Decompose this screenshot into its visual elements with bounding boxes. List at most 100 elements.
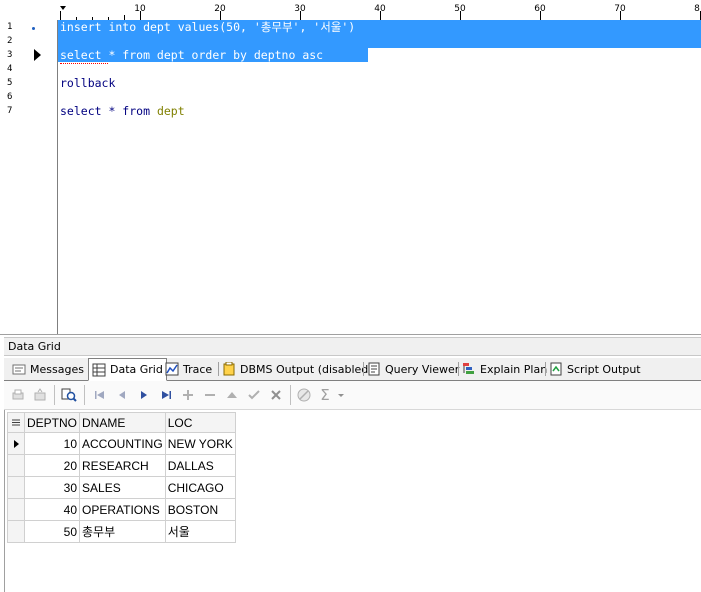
sum-icon[interactable]: Σ xyxy=(318,386,332,404)
last-record-icon[interactable] xyxy=(158,387,174,403)
edit-record-icon[interactable] xyxy=(224,387,240,403)
insert-record-icon[interactable] xyxy=(180,387,196,403)
tab-label: Query Viewer xyxy=(385,362,460,376)
tab-label: Script Output xyxy=(567,362,641,376)
code-line-5[interactable]: rollback xyxy=(60,76,115,90)
bookmark-dot-icon[interactable] xyxy=(32,27,35,30)
table-row[interactable]: 20 RESEARCH DALLAS xyxy=(7,454,236,477)
gutter-divider xyxy=(57,20,58,334)
column-header-deptno[interactable]: DEPTNO xyxy=(23,412,81,433)
cell-loc[interactable]: NEW YORK xyxy=(164,432,236,455)
cell-deptno[interactable]: 50 xyxy=(23,520,81,543)
ruler-label: 30 xyxy=(294,4,306,14)
explain-plan-icon xyxy=(462,362,476,376)
tab-label: Explain Plan xyxy=(480,362,548,376)
ruler-caret-icon xyxy=(60,6,66,10)
find-icon[interactable] xyxy=(61,387,77,403)
row-indicator[interactable] xyxy=(7,520,25,543)
current-statement-arrow-icon xyxy=(34,49,41,61)
column-header-dname[interactable]: DNAME xyxy=(79,412,166,433)
ruler-label: 60 xyxy=(534,4,546,14)
grid-toolbar: Σ xyxy=(4,381,701,410)
tab-label: Trace xyxy=(183,362,213,376)
editor-splitter[interactable] xyxy=(0,334,701,335)
row-indicator[interactable] xyxy=(7,432,25,455)
cell-deptno[interactable]: 20 xyxy=(23,454,81,477)
export-icon[interactable] xyxy=(32,387,48,403)
code-line-7-text: select * from xyxy=(60,104,157,118)
delete-record-icon[interactable] xyxy=(202,387,218,403)
tab-trace[interactable]: Trace xyxy=(165,359,212,379)
query-viewer-icon xyxy=(367,362,381,376)
sql-editor[interactable]: 10 20 30 40 50 60 70 8 1 2 3 4 5 6 7 ins… xyxy=(0,0,701,334)
line-number: 6 xyxy=(7,92,13,102)
line-number: 3 xyxy=(7,50,13,60)
tab-explain-plan[interactable]: Explain Plan xyxy=(462,359,547,379)
table-row[interactable]: 40 OPERATIONS BOSTON xyxy=(7,498,236,521)
column-chooser-icon xyxy=(12,419,20,425)
column-header-loc[interactable]: LOC xyxy=(164,412,236,433)
refresh-icon[interactable] xyxy=(296,387,312,403)
ruler-label: 10 xyxy=(134,4,146,14)
tab-script-output[interactable]: Script Output xyxy=(549,359,641,379)
data-grid-icon xyxy=(92,363,106,377)
line-number: 1 xyxy=(7,22,13,32)
print-icon[interactable] xyxy=(10,387,26,403)
line-number: 2 xyxy=(7,36,13,46)
row-indicator[interactable] xyxy=(7,498,25,521)
row-indicator[interactable] xyxy=(7,476,25,499)
cell-dname[interactable]: RESEARCH xyxy=(79,454,166,477)
panel-title-bar: Data Grid xyxy=(4,337,701,356)
messages-icon xyxy=(12,362,26,376)
code-line-7[interactable]: select * from dept xyxy=(60,104,185,118)
ruler-label: 8 xyxy=(694,4,700,14)
ruler-label: 20 xyxy=(214,4,226,14)
results-grid[interactable]: DEPTNO DNAME LOC 10 ACCOUNTING NEW YORK … xyxy=(4,410,701,592)
cell-dname[interactable]: SALES xyxy=(79,476,166,499)
cell-deptno[interactable]: 10 xyxy=(23,432,81,455)
cell-dname[interactable]: ACCOUNTING xyxy=(79,432,166,455)
table-row[interactable]: 30 SALES CHICAGO xyxy=(7,476,236,499)
line-number: 7 xyxy=(7,106,13,116)
grid-corner[interactable] xyxy=(7,412,25,433)
tab-data-grid[interactable]: Data Grid xyxy=(88,358,167,381)
tab-query-viewer[interactable]: Query Viewer xyxy=(367,359,459,379)
row-indicator[interactable] xyxy=(7,454,25,477)
cell-dname[interactable]: 총무부 xyxy=(79,520,166,543)
current-row-arrow-icon xyxy=(13,439,19,448)
spelling-squiggle xyxy=(60,61,108,64)
cell-loc[interactable]: BOSTON xyxy=(164,498,236,521)
cell-loc[interactable]: DALLAS xyxy=(164,454,236,477)
cell-dname[interactable]: OPERATIONS xyxy=(79,498,166,521)
tab-label: DBMS Output (disabled) xyxy=(240,362,373,376)
line-number: 5 xyxy=(7,78,13,88)
cell-loc[interactable]: 서울 xyxy=(164,520,236,543)
ruler-label: 70 xyxy=(614,4,626,14)
prior-record-icon[interactable] xyxy=(114,387,130,403)
ruler-label: 50 xyxy=(454,4,466,14)
code-line-7-table: dept xyxy=(156,104,185,118)
cell-loc[interactable]: CHICAGO xyxy=(164,476,236,499)
line-number: 4 xyxy=(7,64,13,74)
ruler-label: 40 xyxy=(374,4,386,14)
table-row[interactable]: 10 ACCOUNTING NEW YORK xyxy=(7,432,236,455)
trace-icon xyxy=(165,362,179,376)
tab-label: Messages xyxy=(30,362,84,376)
table-row[interactable]: 50 총무부 서울 xyxy=(7,520,236,543)
code-line-3[interactable]: select * from dept order by deptno asc xyxy=(60,48,323,62)
cell-deptno[interactable]: 40 xyxy=(23,498,81,521)
column-ruler: 10 20 30 40 50 60 70 8 xyxy=(57,4,701,20)
post-edit-icon[interactable] xyxy=(246,387,262,403)
code-line-1[interactable]: insert into dept values(50, '총무부', '서울') xyxy=(60,20,355,34)
panel-title: Data Grid xyxy=(8,340,61,353)
script-output-icon xyxy=(549,362,563,376)
tab-dbms-output[interactable]: DBMS Output (disabled) xyxy=(222,359,373,379)
tab-messages[interactable]: Messages xyxy=(12,359,84,379)
next-record-icon[interactable] xyxy=(136,387,152,403)
cancel-edit-icon[interactable] xyxy=(268,387,284,403)
dbms-output-icon xyxy=(222,361,236,376)
chevron-down-icon[interactable] xyxy=(337,387,345,403)
tab-label: Data Grid xyxy=(110,363,163,376)
first-record-icon[interactable] xyxy=(92,387,108,403)
cell-deptno[interactable]: 30 xyxy=(23,476,81,499)
